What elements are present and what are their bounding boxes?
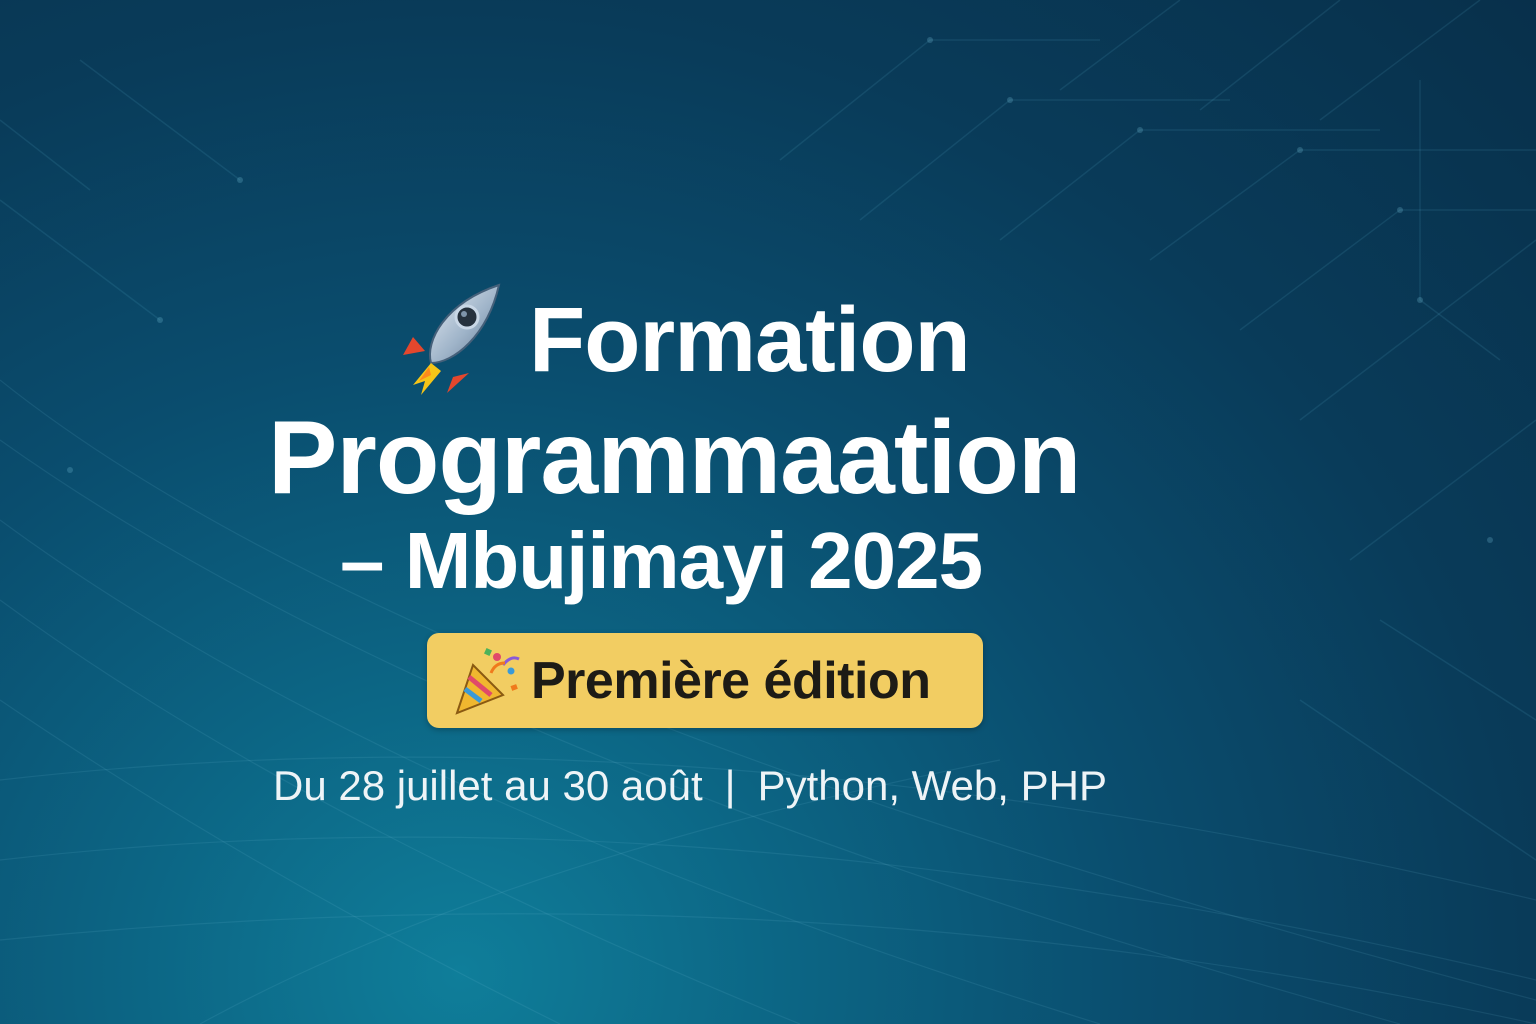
badge-label: Première édition [531,651,931,710]
party-popper-icon [455,647,520,715]
event-details: Du 28 juillet au 30 août | Python, Web, … [273,762,1107,810]
title-line-3: – Mbujimayi 2025 [340,516,983,605]
title-line-1: Formation [395,280,971,400]
details-separator: | [724,762,736,809]
event-topics: Python, Web, PHP [757,762,1107,809]
title-line-2: Programmaation [268,400,1081,516]
rocket-icon [403,283,501,395]
edition-badge: Première édition [427,633,983,728]
event-dates: Du 28 juillet au 30 août [273,762,703,809]
